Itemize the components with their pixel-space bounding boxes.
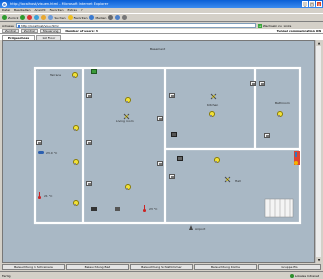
go-button[interactable]: → Wechseln zu xyxy=(257,23,282,28)
refresh-icon[interactable] xyxy=(34,15,40,20)
door-window xyxy=(295,152,297,157)
room-bathroom: Bathroom xyxy=(275,101,290,105)
plant-icon[interactable] xyxy=(91,69,97,74)
light-button-4[interactable]: Beleuchtung Küche xyxy=(194,264,257,270)
bulb-icon[interactable] xyxy=(72,125,79,132)
appliance-icon[interactable] xyxy=(177,156,183,161)
title-bar: e http://localhost/visuen.html - Microso… xyxy=(0,0,323,8)
maximize-button[interactable]: □ xyxy=(309,1,315,7)
search-icon xyxy=(48,15,54,20)
heating-icon[interactable] xyxy=(38,151,44,154)
mail-icon[interactable] xyxy=(115,15,121,20)
light-button-2[interactable]: Beleuchtung Bad xyxy=(66,264,129,270)
bulb-icon[interactable] xyxy=(124,97,131,104)
print-icon[interactable] xyxy=(122,15,128,20)
search-label: Suchen xyxy=(54,15,66,20)
speaker-icon[interactable] xyxy=(115,207,120,211)
quick-actions-bar: Beleuchtung 1 Schreinere Beleuchtung Bad… xyxy=(0,263,323,271)
floorplan-canvas: Basement Terrace Living room Kitchen Bat… xyxy=(2,40,315,263)
go-arrow-icon: → xyxy=(257,23,262,28)
address-label: Adresse xyxy=(2,23,14,28)
dimmer-icon[interactable] xyxy=(224,176,230,182)
room-basement: Basement xyxy=(150,47,166,51)
address-bar: Adresse http://localhost/visu.html → Wec… xyxy=(0,22,323,29)
minimize-button[interactable]: _ xyxy=(302,1,308,7)
back-arrow-icon xyxy=(2,15,7,20)
room-kitchen: Kitchen xyxy=(207,103,219,107)
thermometer-icon[interactable] xyxy=(143,205,146,212)
stop-icon[interactable] xyxy=(27,15,33,20)
terrace-temperature: 23.0 °C xyxy=(46,151,58,155)
back-label: Zurück xyxy=(8,15,19,20)
wall-switch-icon[interactable] xyxy=(36,140,42,145)
search-button[interactable]: Suchen xyxy=(48,15,66,20)
media-label: Medien xyxy=(95,15,107,20)
browser-window: e http://localhost/visuen.html - Microso… xyxy=(0,0,323,279)
dimmer-icon[interactable] xyxy=(210,93,216,99)
close-button[interactable]: x xyxy=(316,1,322,7)
wall-switch-icon[interactable] xyxy=(259,81,265,86)
window-title: http://localhost/visuen.html - Microsoft… xyxy=(10,2,109,6)
stairs xyxy=(264,198,294,218)
wall-switch-icon[interactable] xyxy=(250,81,256,86)
dimmer-icon[interactable] xyxy=(123,113,129,119)
media-icon xyxy=(89,15,95,20)
history-icon[interactable] xyxy=(108,15,114,20)
status-text: Fertig xyxy=(2,273,11,278)
room-terrace: Terrace xyxy=(50,73,61,77)
favorites-label: Favoriten xyxy=(73,15,88,20)
bulb-icon[interactable] xyxy=(213,157,220,164)
ie-logo-icon: e xyxy=(2,1,7,7)
light-button-5[interactable]: Gruppe EG xyxy=(258,264,321,270)
scroll-up-icon[interactable]: ▲ xyxy=(316,40,322,46)
alarm-icon[interactable] xyxy=(189,225,193,230)
room-hall: Hall xyxy=(235,179,241,183)
light-button-3[interactable]: Beleuchtung Schlafzimmer xyxy=(130,264,193,270)
forward-arrow-icon[interactable] xyxy=(20,15,26,20)
bulb-icon[interactable] xyxy=(276,111,283,118)
status-bar: Fertig Lokales Intranet xyxy=(0,271,323,279)
wall-switch-icon[interactable] xyxy=(169,174,175,179)
links-label[interactable]: Links xyxy=(284,24,292,28)
bulb-icon[interactable] xyxy=(72,159,79,166)
bulb-icon[interactable] xyxy=(124,184,131,191)
toolbar: Zurück Suchen Favoriten Medien xyxy=(0,13,323,22)
doorbell-icon[interactable] xyxy=(294,161,298,165)
app-button-1[interactable]: Zentral xyxy=(2,29,19,33)
bulb-icon[interactable] xyxy=(71,72,78,79)
firewall-status: Tunnel communication ON xyxy=(276,29,321,33)
room-living: Living room xyxy=(116,119,134,123)
tv-icon[interactable] xyxy=(91,207,97,211)
favorites-star-icon xyxy=(67,15,73,20)
security-zone: Lokales Intranet xyxy=(289,273,319,278)
home-icon[interactable] xyxy=(41,15,47,20)
registered-users: Number of users: 3 xyxy=(65,29,98,33)
wall-switch-icon[interactable] xyxy=(157,116,163,121)
wall-switch-icon[interactable] xyxy=(157,161,163,166)
zone-label: Lokales Intranet xyxy=(294,273,319,278)
wall-switch-icon[interactable] xyxy=(86,181,92,186)
media-button[interactable]: Medien xyxy=(89,15,106,20)
app-button-2[interactable]: Zentral xyxy=(20,29,38,33)
room-airport: Airport xyxy=(195,227,206,231)
left-temperature: 21 °C xyxy=(44,194,53,198)
favorites-button[interactable]: Favoriten xyxy=(67,15,88,20)
wall-switch-icon[interactable] xyxy=(169,93,175,98)
light-button-1[interactable]: Beleuchtung 1 Schreinere xyxy=(2,264,65,270)
intranet-globe-icon xyxy=(289,273,294,278)
radio-icon[interactable] xyxy=(171,132,177,137)
app-button-3[interactable]: Steuerung xyxy=(39,29,62,33)
bulb-icon[interactable] xyxy=(72,200,79,207)
back-button[interactable]: Zurück xyxy=(2,15,18,20)
thermometer-icon[interactable] xyxy=(38,192,41,199)
wall-switch-icon[interactable] xyxy=(86,93,92,98)
go-label: Wechseln zu xyxy=(262,23,282,28)
living-temperature: 23 °C xyxy=(149,207,158,211)
wall-switch-icon[interactable] xyxy=(86,140,92,145)
vertical-scrollbar[interactable]: ▲ ▼ xyxy=(315,40,322,263)
address-input[interactable]: http://localhost/visu.html xyxy=(15,23,256,28)
wall-switch-icon[interactable] xyxy=(264,133,270,138)
bulb-icon[interactable] xyxy=(208,111,215,118)
